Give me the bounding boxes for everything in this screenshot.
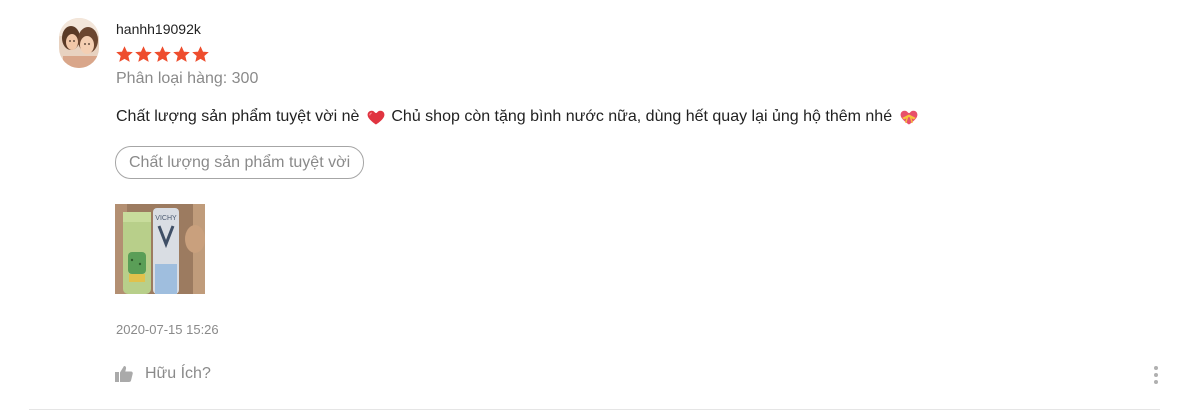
username[interactable]: hanhh19092k (116, 20, 201, 38)
review-timestamp: 2020-07-15 15:26 (116, 322, 219, 337)
product-variation: Phân loại hàng: 300 (116, 70, 259, 87)
rating-stars (116, 46, 209, 63)
more-dot-icon (1154, 366, 1158, 370)
thumbs-up-icon (115, 366, 133, 382)
review-item: hanhh19092k Phân loại hàng: 300 Chất lượ… (0, 0, 1190, 411)
heart-with-ribbon-icon (899, 107, 919, 127)
red-heart-icon (366, 107, 386, 127)
review-comment: Chất lượng sản phẩm tuyệt vời nè Chủ sho… (116, 106, 924, 128)
helpful-button[interactable]: Hữu Ích? (114, 364, 211, 384)
avatar[interactable] (59, 18, 99, 68)
more-dot-icon (1154, 380, 1158, 384)
star-icon (135, 46, 152, 62)
photo-label: VICHY (155, 215, 177, 222)
review-tag[interactable]: Chất lượng sản phẩm tuyệt vời (115, 146, 365, 179)
review-photo-thumbnail[interactable]: VICHY (115, 204, 205, 294)
divider (29, 409, 1160, 410)
comment-text-part2: Chủ shop còn tặng bình nước nữa, dùng hế… (391, 108, 893, 125)
star-icon (192, 46, 209, 62)
more-options-button[interactable] (1148, 364, 1164, 386)
star-icon (116, 46, 133, 62)
star-icon (154, 46, 171, 62)
more-dot-icon (1154, 373, 1158, 377)
helpful-label: Hữu Ích? (145, 365, 211, 382)
star-icon (173, 46, 190, 62)
comment-text-part1: Chất lượng sản phẩm tuyệt vời nè (116, 108, 360, 125)
